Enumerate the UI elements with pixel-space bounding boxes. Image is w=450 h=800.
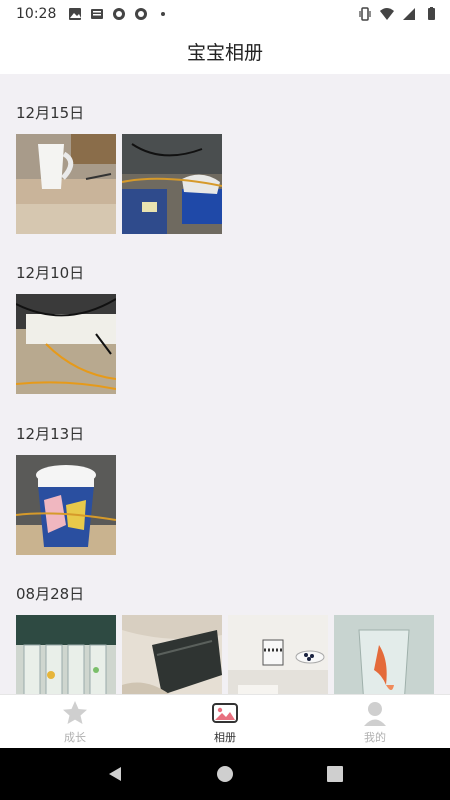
tab-label: 相册: [214, 730, 236, 744]
photo-album-icon: [212, 702, 238, 723]
tab-growth[interactable]: 成长: [0, 695, 150, 748]
star-icon: [63, 700, 87, 724]
recents-button[interactable]: [315, 754, 355, 794]
album-date: 12月15日: [16, 104, 85, 122]
photo-grid: [16, 294, 116, 394]
system-icons: [358, 7, 438, 21]
app-screen: 10:28 宝宝相册 12月15日 12月10日 12月13日 08月28日 成…: [0, 0, 450, 800]
album-section: 08月28日: [16, 583, 434, 694]
photo-grid: [16, 455, 116, 555]
album-section: 12月13日: [16, 423, 116, 555]
bottom-tab-bar: 成长 相册 我的: [0, 694, 450, 748]
album-section: 12月10日: [16, 262, 116, 394]
photo-thumbnail[interactable]: [122, 134, 222, 234]
signal-icon: [403, 8, 415, 20]
vibrate-icon: [359, 7, 371, 21]
page-title: 宝宝相册: [186, 41, 263, 64]
photo-thumbnail[interactable]: [228, 615, 328, 694]
photo-thumbnail[interactable]: [16, 294, 116, 394]
recents-icon: [327, 766, 343, 782]
title-bar: 宝宝相册: [0, 28, 450, 74]
album-section: 12月15日: [16, 102, 222, 234]
album-date: 08月28日: [16, 585, 85, 603]
album-date: 12月13日: [16, 425, 85, 443]
dot-icon: [161, 12, 166, 16]
home-button[interactable]: [205, 754, 245, 794]
photo-thumbnail[interactable]: [334, 615, 434, 694]
battery-icon: [428, 7, 435, 20]
back-button[interactable]: [95, 754, 135, 794]
status-time: 10:28: [16, 6, 57, 22]
back-icon: [109, 767, 121, 781]
image-icon: [69, 8, 82, 20]
photo-thumbnail[interactable]: [16, 134, 116, 234]
news-icon: [91, 9, 104, 19]
wifi-icon: [380, 8, 394, 20]
photo-thumbnail[interactable]: [122, 615, 222, 694]
chat-bubble-icon: [113, 8, 126, 20]
tab-mine[interactable]: 我的: [300, 695, 450, 748]
photo-grid: [16, 615, 434, 694]
photo-thumbnail[interactable]: [16, 455, 116, 555]
system-nav-bar: [0, 748, 450, 800]
album-date: 12月10日: [16, 264, 85, 282]
tab-label: 成长: [64, 730, 86, 744]
home-icon: [217, 766, 233, 782]
tab-label: 我的: [364, 730, 386, 744]
profile-icon: [364, 701, 386, 726]
album-list[interactable]: 12月15日 12月10日 12月13日 08月28日: [0, 74, 450, 694]
tab-album[interactable]: 相册: [150, 695, 300, 748]
photo-grid: [16, 134, 222, 234]
chat-bubble-icon: [135, 8, 148, 20]
photo-thumbnail[interactable]: [16, 615, 116, 694]
status-bar: 10:28: [0, 0, 450, 28]
notification-icons: [68, 7, 170, 21]
